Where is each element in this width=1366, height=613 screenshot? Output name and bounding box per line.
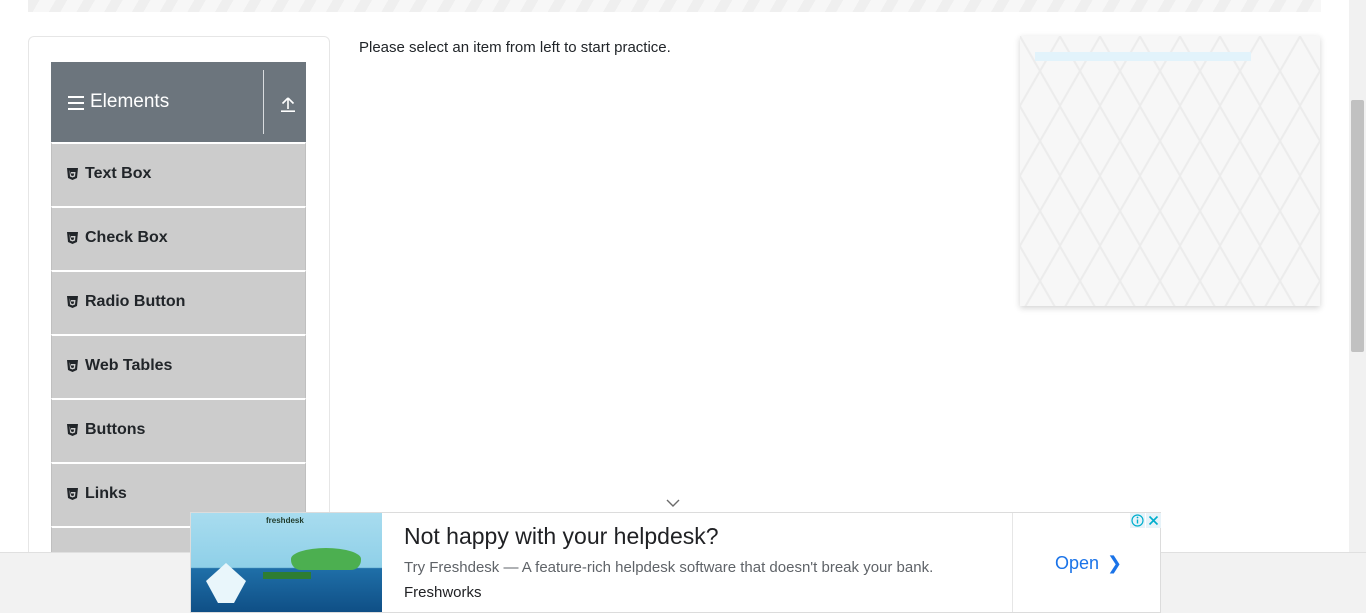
ad-image-iceberg	[206, 563, 246, 603]
ad-description: Try Freshdesk — A feature-rich helpdesk …	[404, 559, 934, 576]
upload-icon[interactable]	[279, 95, 297, 113]
html5-icon	[67, 360, 78, 372]
ad-advertiser: Freshworks	[404, 584, 482, 601]
ad-image-cta	[263, 572, 311, 579]
top-banner	[28, 0, 1321, 12]
header-divider	[263, 70, 264, 134]
chevron-down-icon[interactable]	[666, 498, 680, 508]
ad-image-island	[291, 548, 361, 570]
menu-item-label: Text Box	[85, 165, 152, 182]
ad-headline[interactable]: Not happy with your helpdesk?	[404, 523, 719, 550]
html5-icon	[67, 488, 78, 500]
html5-icon	[67, 232, 78, 244]
chevron-right-icon: ❯	[1107, 553, 1123, 573]
menu-item-web-tables[interactable]: Web Tables	[51, 334, 306, 398]
ad-open-button[interactable]: Open ❯	[1055, 553, 1122, 574]
menu-item-text-box[interactable]: Text Box	[51, 142, 306, 206]
html5-icon	[67, 168, 78, 180]
menu-item-label: Check Box	[85, 229, 168, 246]
ad-image-brand: freshdesk	[266, 516, 304, 525]
menu-item-label: Links	[85, 485, 127, 502]
ad-loader-bar	[1035, 52, 1251, 61]
menu-item-buttons[interactable]: Buttons	[51, 398, 306, 462]
menu-item-radio-button[interactable]: Radio Button	[51, 270, 306, 334]
scrollbar-thumb[interactable]	[1351, 100, 1364, 352]
group-header-elements[interactable]: Elements	[51, 62, 306, 142]
menu-item-label: Buttons	[85, 421, 146, 438]
menu-item-label: Radio Button	[85, 293, 186, 310]
menu-item-label: Web Tables	[85, 357, 173, 374]
hamburger-icon	[68, 96, 84, 110]
info-icon[interactable]	[1130, 513, 1145, 528]
ad-banner[interactable]: freshdesk Not happy with your helpdesk? …	[190, 512, 1161, 613]
menu-item-check-box[interactable]: Check Box	[51, 206, 306, 270]
practice-instruction: Please select an item from left to start…	[359, 39, 671, 56]
ad-image[interactable]: freshdesk	[191, 513, 382, 612]
html5-icon	[67, 296, 78, 308]
close-icon[interactable]	[1146, 513, 1161, 528]
group-title: Elements	[90, 91, 170, 112]
ad-divider	[1012, 513, 1013, 612]
ad-placeholder	[1020, 36, 1320, 306]
html5-icon	[67, 424, 78, 436]
ad-open-label: Open	[1055, 553, 1100, 573]
